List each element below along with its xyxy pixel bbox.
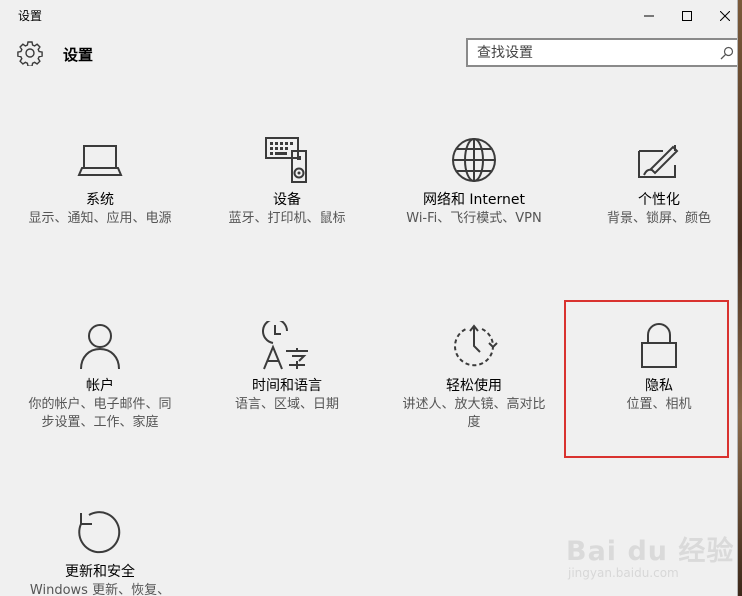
gear-icon (17, 41, 43, 66)
tile-title: 个性化 (638, 192, 680, 208)
watermark: Bai du 经验 jingyan.baidu.com (566, 520, 737, 596)
tile-title: 轻松使用 (446, 378, 502, 394)
minimize-icon (644, 15, 654, 16)
person-icon (80, 324, 120, 370)
search-icon[interactable] (720, 46, 734, 60)
maximize-icon (682, 10, 692, 21)
watermark-logo: Bai du 经验 (566, 536, 735, 567)
tile-devices[interactable]: 设备 蓝牙、打印机、鼠标 (197, 135, 377, 228)
tile-description: Wi-Fi、飞行模式、VPN (406, 211, 542, 226)
tile-title: 时间和语言 (252, 378, 322, 394)
settings-window: 设置 设置 系统 显示、通知、应用、电源 (0, 0, 738, 596)
tile-description: 显示、通知、应用、电源 (28, 211, 172, 226)
tile-network[interactable]: 网络和 Internet Wi-Fi、飞行模式、VPN (384, 135, 564, 228)
tile-description: 讲述人、放大镜、高对比度 (402, 397, 546, 430)
tile-title: 更新和安全 (65, 564, 135, 580)
tile-description: Windows 更新、恢复、备份 (29, 583, 171, 596)
tile-description: 你的帐户、电子邮件、同步设置、工作、家庭 (28, 397, 172, 430)
tile-ease-of-access[interactable]: 轻松使用 讲述人、放大镜、高对比度 (384, 321, 564, 432)
search-input[interactable] (468, 40, 708, 65)
page-title: 设置 (63, 46, 94, 64)
desktop-background (738, 0, 742, 596)
title-bar[interactable]: 设置 (0, 0, 737, 31)
tile-description: 背景、锁屏、颜色 (606, 211, 711, 226)
ease-of-access-icon (454, 324, 498, 367)
highlight-box (564, 300, 729, 458)
tile-title: 网络和 Internet (422, 192, 526, 208)
window-title: 设置 (18, 9, 43, 23)
time-language-icon (262, 321, 308, 370)
tile-accounts[interactable]: 帐户 你的帐户、电子邮件、同步设置、工作、家庭 (10, 321, 190, 432)
update-icon (78, 511, 121, 554)
close-icon (720, 10, 730, 21)
personalization-icon (638, 145, 679, 178)
tile-system[interactable]: 系统 显示、通知、应用、电源 (10, 135, 190, 228)
tile-title: 设备 (273, 192, 301, 208)
laptop-icon (77, 145, 123, 176)
tile-title: 系统 (86, 192, 114, 208)
tile-description: 蓝牙、打印机、鼠标 (228, 211, 346, 226)
globe-icon (452, 138, 496, 182)
tile-time-language[interactable]: 时间和语言 语言、区域、日期 (197, 321, 377, 414)
tile-title: 帐户 (86, 378, 114, 394)
tile-personalization[interactable]: 个性化 背景、锁屏、颜色 (569, 135, 737, 228)
devices-icon (265, 137, 307, 183)
tile-update-security[interactable]: 更新和安全 Windows 更新、恢复、备份 (10, 507, 190, 596)
search-box[interactable] (466, 38, 737, 67)
close-button[interactable] (702, 0, 737, 31)
tile-description: 语言、区域、日期 (234, 397, 339, 412)
watermark-url: jingyan.baidu.com (568, 566, 679, 580)
